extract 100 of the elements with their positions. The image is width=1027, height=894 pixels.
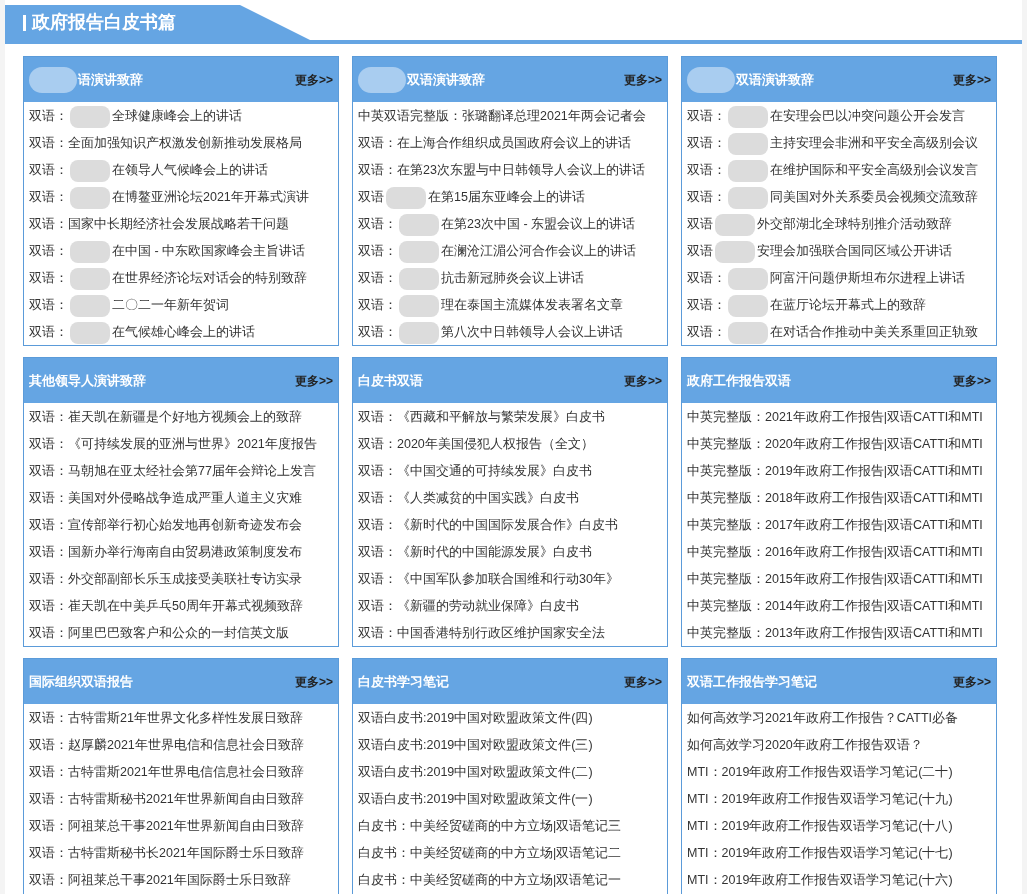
article-link[interactable]: 双语 xyxy=(358,188,384,207)
article-link[interactable]: 双语：古特雷斯秘书2021年世界新闻自由日致辞 xyxy=(29,790,304,809)
article-link[interactable]: 双语：古特雷斯2021年世界电信信息社会日致辞 xyxy=(29,763,304,782)
article-link[interactable]: MTI：2019年政府工作报告双语学习笔记(十六) xyxy=(687,871,953,890)
article-link[interactable]: 在中国 - 中东欧国家峰会主旨讲话 xyxy=(112,242,306,261)
article-link[interactable]: 安理会加强联合国同区域公开讲话 xyxy=(757,242,952,261)
article-link[interactable]: 双语： xyxy=(358,242,397,261)
article-link[interactable]: 在领导人气候峰会上的讲话 xyxy=(112,161,268,180)
article-link[interactable]: 中英完整版：2018年政府工作报告|双语CATTI和MTI xyxy=(687,489,983,508)
article-link[interactable]: 双语：阿里巴巴致客户和公众的一封信英文版 xyxy=(29,624,289,643)
article-link[interactable]: 双语：《新时代的中国国际发展合作》白皮书 xyxy=(358,516,618,535)
article-link[interactable]: 双语：《中国交通的可持续发展》白皮书 xyxy=(358,462,592,481)
article-link[interactable]: 双语：《中国军队参加联合国维和行动30年》 xyxy=(358,570,619,589)
more-link[interactable]: 更多>> xyxy=(295,70,333,89)
article-link[interactable]: 在安理会巴以冲突问题公开会发言 xyxy=(770,107,965,126)
article-link[interactable]: 双语：《新疆的劳动就业保障》白皮书 xyxy=(358,597,579,616)
more-link[interactable]: 更多>> xyxy=(624,371,662,390)
article-link[interactable]: 在世界经济论坛对话会的特别致辞 xyxy=(112,269,307,288)
article-link[interactable]: 双语：在第23次东盟与中日韩领导人会议上的讲话 xyxy=(358,161,645,180)
article-link[interactable]: 双语白皮书:2019中国对欧盟政策文件(二) xyxy=(358,763,593,782)
article-link[interactable]: 白皮书：中美经贸磋商的中方立场|双语笔记三 xyxy=(358,817,622,836)
article-link[interactable]: 双语：宣传部举行初心始发地再创新奇迹发布会 xyxy=(29,516,302,535)
article-link[interactable]: 双语白皮书:2019中国对欧盟政策文件(四) xyxy=(358,709,593,728)
article-link[interactable]: 双语：古特雷斯21年世界文化多样性发展日致辞 xyxy=(29,709,303,728)
article-link[interactable]: 双语：外交部副部长乐玉成接受美联社专访实录 xyxy=(29,570,302,589)
article-link[interactable]: 二〇二一年新年贺词 xyxy=(112,296,229,315)
article-link[interactable]: 双语：古特雷斯秘书长2021年国际爵士乐日致辞 xyxy=(29,844,304,863)
article-link[interactable]: 在维护国际和平安全高级别会议发言 xyxy=(770,161,978,180)
article-link[interactable]: 双语： xyxy=(29,188,68,207)
article-link[interactable]: 在对话合作推动中美关系重回正轨致 xyxy=(770,323,978,342)
article-link[interactable]: 双语：阿祖莱总干事2021年国际爵士乐日致辞 xyxy=(29,871,291,890)
article-link[interactable]: 双语：2020年美国侵犯人权报告（全文） xyxy=(358,435,594,454)
article-link[interactable]: 双语：《新时代的中国能源发展》白皮书 xyxy=(358,543,592,562)
article-link[interactable]: 双语： xyxy=(687,188,726,207)
article-link[interactable]: 中英完整版：2013年政府工作报告|双语CATTI和MTI xyxy=(687,624,983,643)
article-link[interactable]: 如何高效学习2021年政府工作报告？CATTI必备 xyxy=(687,709,958,728)
article-link[interactable]: 双语：全面加强知识产权激发创新推动发展格局 xyxy=(29,134,302,153)
article-link[interactable]: 双语： xyxy=(687,323,726,342)
article-link[interactable]: 双语：赵厚麟2021年世界电信和信息社会日致辞 xyxy=(29,736,304,755)
article-link[interactable]: 在澜沧江湄公河合作会议上的讲话 xyxy=(441,242,636,261)
article-link[interactable]: 双语： xyxy=(687,161,726,180)
article-link[interactable]: 在博鳌亚洲论坛2021年开幕式演讲 xyxy=(112,188,309,207)
article-link[interactable]: 双语： xyxy=(687,269,726,288)
article-link[interactable]: 双语：《人类减贫的中国实践》白皮书 xyxy=(358,489,579,508)
article-link[interactable]: 双语： xyxy=(29,323,68,342)
article-link[interactable]: 在蓝厅论坛开幕式上的致辞 xyxy=(770,296,926,315)
article-link[interactable]: 双语： xyxy=(358,269,397,288)
article-link[interactable]: 如何高效学习2020年政府工作报告双语？ xyxy=(687,736,923,755)
article-link[interactable]: 双语：国家中长期经济社会发展战略若干问题 xyxy=(29,215,289,234)
article-link[interactable]: 双语： xyxy=(29,269,68,288)
article-link[interactable]: MTI：2019年政府工作报告双语学习笔记(十七) xyxy=(687,844,953,863)
article-link[interactable]: 双语： xyxy=(687,296,726,315)
article-link[interactable]: 中英完整版：2020年政府工作报告|双语CATTI和MTI xyxy=(687,435,983,454)
more-link[interactable]: 更多>> xyxy=(624,70,662,89)
article-link[interactable]: 双语：《西藏和平解放与繁荣发展》白皮书 xyxy=(358,408,605,427)
more-link[interactable]: 更多>> xyxy=(953,70,991,89)
article-link[interactable]: 白皮书：中美经贸磋商的中方立场|双语笔记二 xyxy=(358,844,622,863)
article-link[interactable]: MTI：2019年政府工作报告双语学习笔记(十八) xyxy=(687,817,953,836)
article-link[interactable]: 双语：国新办举行海南自由贸易港政策制度发布 xyxy=(29,543,302,562)
article-link[interactable]: 双语 xyxy=(687,215,713,234)
article-link[interactable]: 在第15届东亚峰会上的讲话 xyxy=(428,188,585,207)
article-link[interactable]: 在第23次中国 - 东盟会议上的讲话 xyxy=(441,215,635,234)
article-link[interactable]: 双语： xyxy=(687,134,726,153)
article-link[interactable]: 中英完整版：2017年政府工作报告|双语CATTI和MTI xyxy=(687,516,983,535)
article-link[interactable]: 第八次中日韩领导人会议上讲话 xyxy=(441,323,623,342)
article-link[interactable]: 中英完整版：2014年政府工作报告|双语CATTI和MTI xyxy=(687,597,983,616)
article-link[interactable]: 双语： xyxy=(358,296,397,315)
article-link[interactable]: 抗击新冠肺炎会议上讲话 xyxy=(441,269,584,288)
article-link[interactable]: 双语：崔天凯在新疆是个好地方视频会上的致辞 xyxy=(29,408,302,427)
article-link[interactable]: 双语：阿祖莱总干事2021年世界新闻自由日致辞 xyxy=(29,817,304,836)
article-link[interactable]: 双语：崔天凯在中美乒乓50周年开幕式视频致辞 xyxy=(29,597,303,616)
article-link[interactable]: 双语： xyxy=(29,242,68,261)
article-link[interactable]: 全球健康峰会上的讲话 xyxy=(112,107,242,126)
article-link[interactable]: 双语：《可持续发展的亚洲与世界》2021年度报告 xyxy=(29,435,317,454)
article-link[interactable]: 双语： xyxy=(29,296,68,315)
article-link[interactable]: 理在泰国主流媒体发表署名文章 xyxy=(441,296,623,315)
article-link[interactable]: MTI：2019年政府工作报告双语学习笔记(十九) xyxy=(687,790,953,809)
article-link[interactable]: 双语：在上海合作组织成员国政府会议上的讲话 xyxy=(358,134,631,153)
article-link[interactable]: 双语 xyxy=(687,242,713,261)
article-link[interactable]: MTI：2019年政府工作报告双语学习笔记(二十) xyxy=(687,763,953,782)
article-link[interactable]: 中英完整版：2021年政府工作报告|双语CATTI和MTI xyxy=(687,408,983,427)
article-link[interactable]: 白皮书：中美经贸磋商的中方立场|双语笔记一 xyxy=(358,871,622,890)
article-link[interactable]: 双语： xyxy=(358,323,397,342)
article-link[interactable]: 主持安理会非洲和平安全高级别会议 xyxy=(770,134,978,153)
article-link[interactable]: 双语：中国香港特别行政区维护国家安全法 xyxy=(358,624,605,643)
article-link[interactable]: 阿富汗问题伊斯坦布尔进程上讲话 xyxy=(770,269,965,288)
more-link[interactable]: 更多>> xyxy=(953,672,991,691)
article-link[interactable]: 双语： xyxy=(687,107,726,126)
article-link[interactable]: 双语：美国对外侵略战争造成严重人道主义灾难 xyxy=(29,489,302,508)
more-link[interactable]: 更多>> xyxy=(624,672,662,691)
article-link[interactable]: 同美国对外关系委员会视频交流致辞 xyxy=(770,188,978,207)
more-link[interactable]: 更多>> xyxy=(295,672,333,691)
article-link[interactable]: 双语白皮书:2019中国对欧盟政策文件(一) xyxy=(358,790,593,809)
more-link[interactable]: 更多>> xyxy=(953,371,991,390)
article-link[interactable]: 双语白皮书:2019中国对欧盟政策文件(三) xyxy=(358,736,593,755)
article-link[interactable]: 在气候雄心峰会上的讲话 xyxy=(112,323,255,342)
article-link[interactable]: 双语：马朝旭在亚太经社会第77届年会辩论上发言 xyxy=(29,462,316,481)
article-link[interactable]: 双语： xyxy=(29,107,68,126)
article-link[interactable]: 中英双语完整版：张璐翻译总理2021年两会记者会 xyxy=(358,107,646,126)
article-link[interactable]: 双语： xyxy=(29,161,68,180)
